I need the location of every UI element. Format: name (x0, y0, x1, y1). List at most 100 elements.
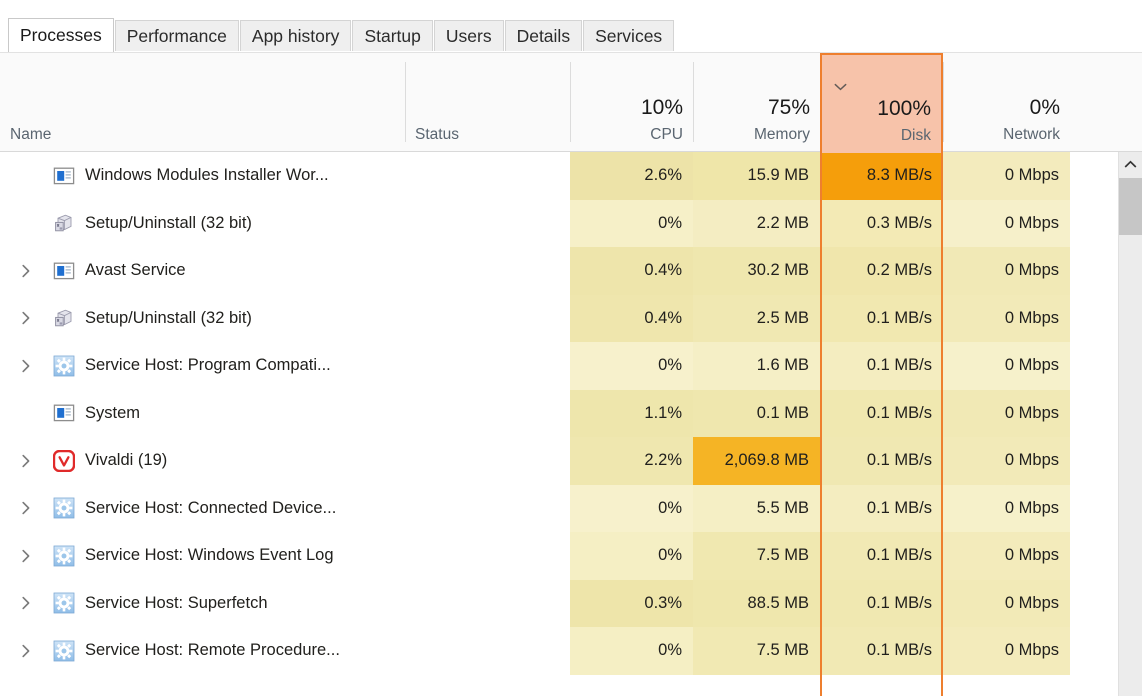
row-trailing-space (1070, 484, 1118, 532)
table-row[interactable]: Setup/Uninstall (32 bit) 0% 2.2 MB 0.3 MB/s… (0, 199, 1142, 247)
table-row[interactable]: Service Host: Connected Device... 0% 5.5 M… (0, 484, 1142, 532)
cell-status (405, 484, 570, 532)
row-trailing-space (1070, 627, 1118, 675)
table-row[interactable]: Setup/Uninstall (32 bit) 0.4% 2.5 MB 0.1 MB… (0, 294, 1142, 342)
process-list[interactable]: Windows Modules Installer Wor... 2.6% 15.9… (0, 152, 1142, 696)
cell-status (405, 579, 570, 627)
cell-name[interactable]: Service Host: Remote Procedure... (0, 627, 405, 675)
cell-status (405, 389, 570, 437)
gear-icon (53, 640, 75, 662)
table-row[interactable]: Service Host: Superfetch 0.3% 88.5 MB 0.1 M… (0, 579, 1142, 627)
cell-network: 0 Mbps (943, 294, 1070, 342)
chevron-right-icon[interactable] (18, 500, 34, 516)
cell-disk: 0.1 MB/s (820, 627, 943, 675)
row-trailing-space (1070, 199, 1118, 247)
column-header-status[interactable]: Status (405, 53, 570, 152)
cell-network: 0 Mbps (943, 579, 1070, 627)
cell-cpu: 0% (570, 627, 693, 675)
process-name: Service Host: Superfetch (85, 593, 268, 612)
cell-network: 0 Mbps (943, 627, 1070, 675)
column-header-memory-label: Memory (754, 125, 810, 143)
chevron-right-icon[interactable] (18, 643, 34, 659)
column-header-cpu[interactable]: 10% CPU (570, 53, 693, 152)
process-name: Avast Service (85, 261, 186, 279)
cell-disk: 0.3 MB/s (820, 199, 943, 247)
column-header-disk-label: Disk (900, 126, 931, 144)
chevron-right-icon[interactable] (18, 358, 34, 374)
scrollbar-thumb[interactable] (1119, 178, 1142, 235)
row-trailing-space (1070, 342, 1118, 390)
column-header-network[interactable]: 0% Network (943, 53, 1070, 152)
column-header-name[interactable]: Name (0, 53, 405, 152)
cell-name[interactable]: Service Host: Connected Device... (0, 484, 405, 532)
process-name: Windows Modules Installer Wor... (85, 166, 329, 184)
sort-descending-chevron-icon (834, 83, 847, 91)
vertical-scrollbar[interactable] (1118, 152, 1142, 696)
column-header-memory-percent: 75% (767, 95, 810, 119)
process-name: Service Host: Remote Procedure... (85, 641, 340, 659)
table-row[interactable]: Service Host: Program Compati... 0% 1.6 MB… (0, 342, 1142, 390)
column-header-cpu-label: CPU (650, 125, 683, 143)
table-row[interactable]: Service Host: Windows Event Log 0% 7.5 MB 0… (0, 532, 1142, 580)
cell-name[interactable]: Setup/Uninstall (32 bit) (0, 294, 405, 342)
tab-services[interactable]: Services (583, 20, 675, 52)
tab-processes[interactable]: Processes (8, 18, 114, 52)
process-grid: Name Status 10% CPU 75% Memory 100% Disk 0% Netwo… (0, 52, 1142, 696)
cell-name[interactable]: Service Host: Windows Event Log (0, 532, 405, 580)
process-name: Setup/Uninstall (32 bit) (85, 308, 252, 327)
tab-users[interactable]: Users (433, 20, 504, 52)
cell-cpu: 0% (570, 484, 693, 532)
cell-name[interactable]: Vivaldi (19) (0, 437, 405, 485)
setup-icon (53, 307, 75, 329)
gear-icon (53, 592, 75, 614)
tab-startup[interactable]: Startup (352, 20, 433, 52)
table-row[interactable]: System 1.1% 0.1 MB 0.1 MB/s 0 Mbps (0, 389, 1142, 437)
cell-cpu: 0.4% (570, 247, 693, 295)
process-name: Service Host: Program Compati... (85, 356, 331, 374)
cell-disk: 0.1 MB/s (820, 437, 943, 485)
column-header-name-label: Name (10, 125, 52, 143)
cell-network: 0 Mbps (943, 389, 1070, 437)
row-trailing-space (1070, 532, 1118, 580)
cell-status (405, 294, 570, 342)
tab-app-history[interactable]: App history (239, 20, 352, 52)
scroll-up-button[interactable] (1119, 152, 1142, 177)
cell-network: 0 Mbps (943, 342, 1070, 390)
process-name: Setup/Uninstall (32 bit) (85, 213, 252, 232)
cell-name[interactable]: Avast Service (0, 247, 405, 295)
cell-name[interactable]: Service Host: Superfetch (0, 579, 405, 627)
gear-icon (53, 355, 75, 377)
column-header-memory[interactable]: 75% Memory (693, 53, 820, 152)
column-header-network-label: Network (1003, 125, 1060, 143)
cell-memory: 7.5 MB (693, 627, 820, 675)
cell-name[interactable]: System (0, 389, 405, 437)
tab-performance[interactable]: Performance (114, 20, 239, 52)
chevron-right-icon[interactable] (18, 548, 34, 564)
cell-network: 0 Mbps (943, 484, 1070, 532)
cell-memory: 2.5 MB (693, 294, 820, 342)
cell-status (405, 247, 570, 295)
table-row[interactable]: Windows Modules Installer Wor... 2.6% 15.9… (0, 152, 1142, 200)
window-icon (53, 165, 75, 187)
table-row[interactable]: Avast Service 0.4% 30.2 MB 0.2 MB/s 0 Mbps (0, 247, 1142, 295)
table-row[interactable]: Vivaldi (19) 2.2% 2,069.8 MB 0.1 MB/s 0 Mbps (0, 437, 1142, 485)
cell-name[interactable]: Setup/Uninstall (32 bit) (0, 199, 405, 247)
tab-details[interactable]: Details (504, 20, 583, 52)
cell-cpu: 2.2% (570, 437, 693, 485)
cell-cpu: 2.6% (570, 152, 693, 200)
cell-disk: 0.1 MB/s (820, 532, 943, 580)
column-header-disk[interactable]: 100% Disk (820, 53, 943, 153)
column-header-cpu-percent: 10% (640, 95, 683, 119)
table-row[interactable]: Service Host: Remote Procedure... 0% 7.5 M… (0, 627, 1142, 675)
cell-disk: 0.1 MB/s (820, 579, 943, 627)
cell-name[interactable]: Service Host: Program Compati... (0, 342, 405, 390)
cell-network: 0 Mbps (943, 532, 1070, 580)
chevron-right-icon[interactable] (18, 453, 34, 469)
cell-name[interactable]: Windows Modules Installer Wor... (0, 152, 405, 200)
process-name: Vivaldi (19) (85, 451, 168, 469)
chevron-right-icon[interactable] (18, 263, 34, 279)
chevron-right-icon[interactable] (18, 595, 34, 611)
cell-memory: 2,069.8 MB (693, 437, 820, 485)
chevron-right-icon[interactable] (18, 310, 34, 326)
process-name: System (85, 403, 141, 422)
